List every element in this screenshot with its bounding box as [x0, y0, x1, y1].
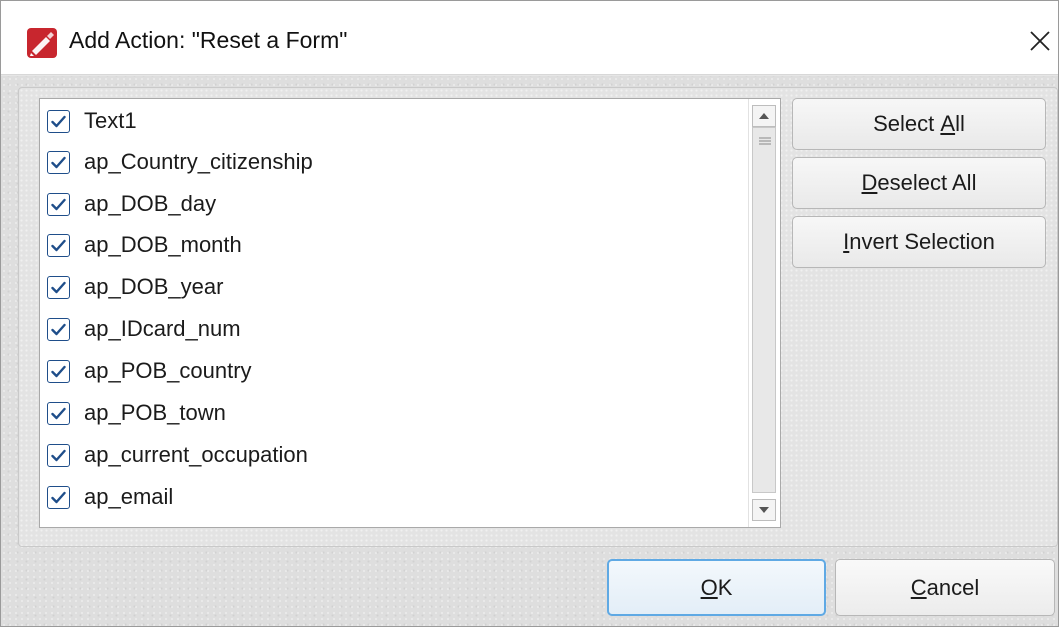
- select-all-label-post: ll: [955, 111, 965, 136]
- field-label: ap_DOB_month: [84, 232, 242, 257]
- field-label: Text1: [84, 108, 137, 133]
- select-all-access-key: A: [940, 111, 956, 136]
- field-label: ap_POB_town: [84, 400, 226, 425]
- field-checkbox[interactable]: [47, 109, 70, 133]
- field-checkbox[interactable]: [47, 359, 70, 383]
- checkmark-icon: [51, 323, 66, 335]
- field-checkbox[interactable]: [47, 275, 70, 299]
- cancel-button[interactable]: Cancel: [835, 559, 1055, 616]
- checkmark-icon: [51, 281, 66, 293]
- cancel-access-key: C: [910, 574, 927, 600]
- field-checkbox[interactable]: [47, 150, 70, 174]
- field-checkbox[interactable]: [47, 443, 70, 467]
- arrow-up-icon: [759, 113, 769, 119]
- field-label: ap_IDcard_num: [84, 316, 241, 341]
- field-checkbox[interactable]: [47, 485, 70, 509]
- list-item[interactable]: ap_DOB_year: [47, 267, 223, 307]
- invert-selection-label: nvert Selection: [849, 229, 995, 254]
- list-item[interactable]: ap_DOB_day: [47, 184, 216, 224]
- invert-selection-button[interactable]: Invert Selection: [792, 216, 1046, 268]
- list-item[interactable]: ap_POB_country: [47, 351, 252, 391]
- list-item[interactable]: ap_DOB_month: [47, 225, 242, 265]
- add-action-dialog: Add Action: "Reset a Form" Text1 ap_Count…: [0, 0, 1059, 627]
- checkmark-icon: [51, 365, 66, 377]
- close-button[interactable]: [1021, 21, 1059, 61]
- checkmark-icon: [51, 239, 66, 251]
- deselect-all-button[interactable]: Deselect All: [792, 157, 1046, 209]
- list-item[interactable]: ap_current_occupation: [47, 435, 308, 475]
- field-label: ap_DOB_day: [84, 191, 217, 216]
- field-label: ap_email: [84, 484, 174, 509]
- list-item[interactable]: Text1: [47, 101, 137, 141]
- checkmark-icon: [51, 407, 66, 419]
- ok-access-key: O: [700, 574, 718, 600]
- scroll-up-button[interactable]: [752, 105, 776, 127]
- fields-listbox[interactable]: Text1 ap_Country_citizenship ap_DOB_day ap_…: [39, 98, 781, 528]
- field-label: ap_current_occupation: [84, 442, 308, 467]
- field-checkbox[interactable]: [47, 401, 70, 425]
- field-label: ap_DOB_year: [84, 274, 224, 299]
- dialog-title: Add Action: "Reset a Form": [69, 27, 348, 53]
- checkmark-icon: [51, 198, 66, 210]
- checkmark-icon: [51, 491, 66, 503]
- field-checkbox[interactable]: [47, 192, 70, 216]
- select-all-button[interactable]: Select All: [792, 98, 1046, 150]
- grip-icon: [759, 137, 771, 145]
- list-item[interactable]: ap_Country_citizenship: [47, 142, 313, 182]
- close-icon: [1030, 31, 1050, 51]
- ok-button[interactable]: OK: [607, 559, 826, 616]
- list-item[interactable]: ap_email: [47, 477, 173, 517]
- arrow-down-icon: [759, 507, 769, 513]
- select-all-label-pre: Select: [873, 111, 941, 136]
- list-item[interactable]: ap_POB_town: [47, 393, 226, 433]
- field-label: ap_Country_citizenship: [84, 149, 313, 174]
- scroll-thumb[interactable]: [752, 127, 776, 493]
- field-checkbox[interactable]: [47, 233, 70, 257]
- list-item[interactable]: ap_IDcard_num: [47, 309, 241, 349]
- vertical-scrollbar[interactable]: [748, 99, 780, 527]
- checkmark-icon: [51, 156, 66, 168]
- cancel-label: ancel: [926, 574, 980, 600]
- fields-list-items: Text1 ap_Country_citizenship ap_DOB_day ap_…: [40, 99, 748, 527]
- field-checkbox[interactable]: [47, 317, 70, 341]
- field-label: ap_POB_country: [84, 358, 252, 383]
- deselect-all-label: eselect All: [877, 170, 977, 195]
- deselect-all-access-key: D: [861, 170, 878, 195]
- title-bar: Add Action: "Reset a Form": [1, 1, 1058, 75]
- ok-label: K: [717, 574, 733, 600]
- checkmark-icon: [51, 115, 66, 127]
- scroll-down-button[interactable]: [752, 499, 776, 521]
- app-icon: [27, 28, 57, 58]
- checkmark-icon: [51, 449, 66, 461]
